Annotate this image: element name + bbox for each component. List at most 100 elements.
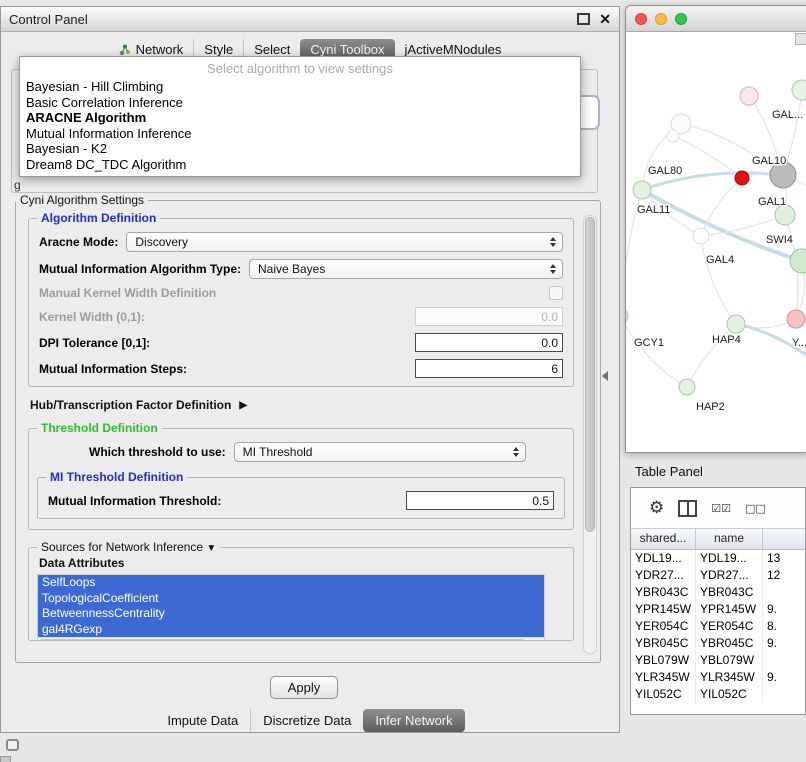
zoom-window-icon[interactable] xyxy=(675,13,687,25)
algorithm-option[interactable]: Bayesian - Hill Climbing xyxy=(20,79,580,95)
scrollbar-thumb[interactable] xyxy=(39,639,525,641)
column-header-extra[interactable] xyxy=(763,529,805,549)
threshold-definition-group: Threshold Definition Which threshold to … xyxy=(28,421,574,530)
obscured-text-fragment: g xyxy=(14,178,21,192)
network-edge[interactable] xyxy=(626,316,687,387)
network-node-gal1[interactable] xyxy=(775,205,795,225)
attributes-horizontal-scrollbar[interactable] xyxy=(38,637,544,641)
table-row[interactable]: YBR043CYBR043C xyxy=(631,584,805,601)
tab-label: Impute Data xyxy=(167,713,238,728)
tab-impute-data[interactable]: Impute Data xyxy=(155,709,250,732)
which-threshold-select[interactable]: MI Threshold xyxy=(234,442,526,462)
table-row[interactable]: YPR145WYPR145W9. xyxy=(631,601,805,618)
collapse-right-icon: ▶ xyxy=(239,400,247,411)
table-row[interactable]: YER054CYER054C8. xyxy=(631,618,805,635)
algorithm-option[interactable]: Basic Correlation Inference xyxy=(20,95,580,111)
network-node-swi4[interactable] xyxy=(790,249,806,273)
manual-kernel-width-checkbox[interactable] xyxy=(549,286,563,300)
mi-steps-label: Mutual Information Steps: xyxy=(39,362,187,376)
table-cell: YIL052C xyxy=(631,686,696,703)
dpi-tolerance-input[interactable] xyxy=(415,333,563,352)
deselect-all-checkboxes-icon[interactable]: □□ xyxy=(745,502,766,515)
network-node-gcy1[interactable] xyxy=(626,308,628,324)
settings-group-title: Cyni Algorithm Settings xyxy=(16,193,148,207)
sources-title[interactable]: Sources for Network Inference ▼ xyxy=(37,540,220,554)
apply-button[interactable]: Apply xyxy=(270,676,338,699)
close-window-icon[interactable] xyxy=(635,13,647,25)
column-header-name[interactable]: name xyxy=(696,529,763,549)
network-node-y[interactable] xyxy=(787,310,805,328)
select-all-checkboxes-icon[interactable]: ☑☑ xyxy=(711,502,731,515)
network-edge[interactable] xyxy=(701,236,736,324)
control-panel-titlebar[interactable]: Control Panel ✕ xyxy=(1,7,619,32)
tab-infer-network[interactable]: Infer Network xyxy=(363,709,464,732)
data-attribute-item[interactable]: SelfLoops xyxy=(38,575,544,591)
data-attribute-item[interactable]: gal4RGexp xyxy=(38,622,544,638)
network-edge[interactable] xyxy=(701,178,742,236)
which-threshold-label: Which threshold to use: xyxy=(89,445,226,459)
minimized-panel-icon[interactable] xyxy=(6,739,19,751)
network-edge[interactable] xyxy=(681,124,783,175)
table-row[interactable]: YBR045CYBR045C9. xyxy=(631,635,805,652)
network-view-window: GAL...GAL80GAL10GAL11GAL1SWI4GAL4HAP4Y..… xyxy=(625,5,806,453)
tab-discretize-data[interactable]: Discretize Data xyxy=(250,709,363,732)
data-attribute-item[interactable]: BetweennessCentrality xyxy=(38,606,544,622)
network-node-gal4[interactable] xyxy=(693,228,709,244)
network-window-titlebar[interactable] xyxy=(626,6,806,32)
algorithm-option[interactable]: Bayesian - K2 xyxy=(20,141,580,157)
column-visibility-icon[interactable] xyxy=(678,500,697,517)
aracne-mode-label: Aracne Mode: xyxy=(39,235,118,249)
table-cell: YBR045C xyxy=(631,635,696,652)
algorithm-option[interactable]: ARACNE Algorithm xyxy=(20,110,580,126)
splitter-collapse-icon[interactable] xyxy=(602,371,608,381)
table-cell: YLR345W xyxy=(631,669,696,686)
table-body: YDL19...YDL19...13YDR27...YDR27...12YBR0… xyxy=(631,550,805,703)
scrollbar-thumb[interactable] xyxy=(585,217,595,532)
table-cell xyxy=(763,686,805,703)
scrollbar-corner[interactable] xyxy=(795,33,806,45)
table-row[interactable]: YDL19...YDL19...13 xyxy=(631,550,805,567)
close-panel-icon[interactable]: ✕ xyxy=(599,12,611,26)
table-row[interactable]: YIL052CYIL052C xyxy=(631,686,805,703)
float-panel-icon[interactable] xyxy=(577,13,590,25)
tab-label: Select xyxy=(254,42,290,57)
table-row[interactable]: YDR27...YDR27...12 xyxy=(631,567,805,584)
algorithm-option[interactable]: Mutual Information Inference xyxy=(20,126,580,142)
settings-vertical-scrollbar[interactable] xyxy=(583,215,597,654)
table-row[interactable]: YLR345WYLR345W9. xyxy=(631,669,805,686)
network-graph[interactable]: GAL...GAL80GAL10GAL11GAL1SWI4GAL4HAP4Y..… xyxy=(626,32,806,452)
mi-algorithm-type-select[interactable]: Naive Bayes xyxy=(249,259,563,279)
network-node-gal11[interactable] xyxy=(633,181,651,199)
table-header-row: shared... name xyxy=(631,529,805,550)
dropdown-placeholder: Select algorithm to view settings xyxy=(20,57,580,79)
column-header-shared-name[interactable]: shared... xyxy=(631,529,696,549)
node-label: GAL80 xyxy=(648,165,682,177)
node-label: GAL... xyxy=(772,109,803,121)
network-node[interactable] xyxy=(740,87,758,105)
mi-steps-input[interactable] xyxy=(415,359,563,378)
sources-title-label: Sources for Network Inference xyxy=(41,540,203,554)
network-node-hap4[interactable] xyxy=(727,315,745,333)
node-label: GAL4 xyxy=(706,254,734,266)
network-node-hap2[interactable] xyxy=(679,379,695,395)
kernel-width-input[interactable] xyxy=(415,307,563,326)
algorithm-option[interactable]: Dream8 DC_TDC Algorithm xyxy=(20,157,580,173)
data-attributes-label: Data Attributes xyxy=(39,556,565,570)
hub-definition-toggle[interactable]: Hub/Transcription Factor Definition ▶ xyxy=(30,398,572,412)
node-label: GAL11 xyxy=(637,204,670,216)
network-node[interactable] xyxy=(735,171,749,185)
mi-threshold-input[interactable] xyxy=(406,491,554,510)
table-cell: YBR043C xyxy=(696,584,763,601)
network-canvas[interactable]: GAL...GAL80GAL10GAL11GAL1SWI4GAL4HAP4Y..… xyxy=(626,32,806,452)
node-label: GAL1 xyxy=(758,196,786,208)
aracne-mode-select[interactable]: Discovery xyxy=(126,232,563,252)
table-cell: YDL19... xyxy=(631,550,696,567)
table-cell: YBL079W xyxy=(696,652,763,669)
hub-definition-label: Hub/Transcription Factor Definition xyxy=(30,398,231,412)
minimize-window-icon[interactable] xyxy=(655,13,667,25)
table-settings-gear-icon[interactable]: ⚙ xyxy=(649,500,664,517)
data-attribute-item[interactable]: TopologicalCoefficient xyxy=(38,591,544,607)
table-row[interactable]: YBL079WYBL079W xyxy=(631,652,805,669)
network-node-gal80[interactable] xyxy=(667,130,679,142)
network-node-gal[interactable] xyxy=(792,80,806,100)
